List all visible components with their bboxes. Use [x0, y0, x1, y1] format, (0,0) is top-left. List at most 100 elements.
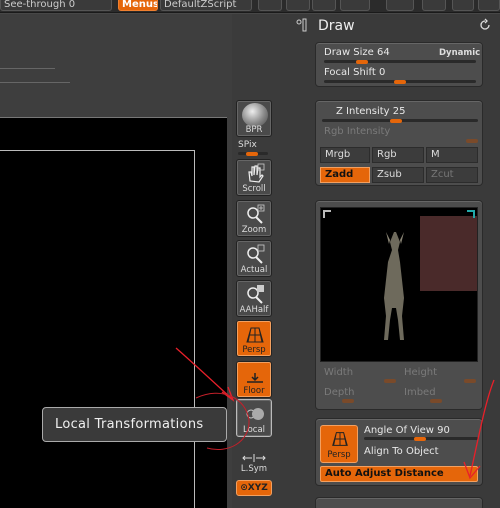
layout-alt-icon[interactable] [312, 0, 336, 11]
local-transform-icon [246, 408, 264, 420]
draw-preview-panel: Width Height Depth Imbed [315, 200, 483, 410]
focal-shift-value: 0 [379, 67, 386, 78]
height-slider[interactable]: Height [404, 367, 437, 378]
divider [0, 68, 55, 69]
document-frame [0, 150, 195, 508]
spix-label: SPix [238, 140, 257, 150]
draw-persp-label: Persp [327, 450, 351, 460]
default-zscript-button[interactable]: DefaultZScript [160, 0, 252, 11]
z-intensity-knob[interactable] [390, 119, 402, 123]
tooltip-text: Local Transformations [55, 417, 204, 432]
magnifier-icon [247, 244, 265, 264]
dynamic-button[interactable]: Dynamic [439, 48, 480, 58]
align-to-object-button[interactable]: Align To Object [364, 446, 439, 457]
angle-of-view-knob[interactable] [414, 437, 426, 441]
zsub-button[interactable]: Zsub [372, 167, 424, 183]
draw-size-label: Draw Size [324, 47, 374, 58]
aahalf-button[interactable]: AAHalf [236, 280, 272, 317]
top-toolbar: See-through 0 Menus DefaultZScript [0, 0, 500, 13]
restore-icon[interactable] [452, 0, 474, 11]
scroll-label: Scroll [242, 184, 266, 194]
draw-palette-title[interactable]: Draw [318, 18, 355, 34]
draw-preview-window[interactable] [320, 207, 478, 362]
persp-button[interactable]: Persp [236, 320, 272, 357]
rgb-button[interactable]: Rgb [372, 147, 424, 163]
auto-adjust-distance-button[interactable]: Auto Adjust Distance [320, 466, 478, 482]
focal-shift-knob[interactable] [394, 80, 406, 84]
close-icon[interactable] [478, 0, 500, 11]
right-shelf: BPR SPix Scroll Zoom Actual AAHalf Persp… [232, 14, 280, 508]
lsym-label: L.Sym [240, 464, 268, 474]
height-knob[interactable] [464, 379, 476, 383]
magnifier-icon [247, 285, 264, 304]
xyz-button[interactable]: ⊙XYZ [236, 480, 272, 496]
preview-corner-left-icon [323, 210, 331, 218]
film-strip-icon[interactable] [258, 0, 282, 11]
bpr-label: BPR [245, 125, 263, 135]
imbed-knob[interactable] [430, 399, 442, 403]
symmetry-arrows-icon [242, 454, 266, 462]
scroll-button[interactable]: Scroll [236, 159, 272, 196]
dog-model-icon [384, 232, 404, 340]
xyz-label: ⊙XYZ [240, 483, 268, 493]
width-knob[interactable] [384, 379, 396, 383]
z-intensity-value: 25 [392, 106, 406, 117]
depth-knob[interactable] [342, 399, 354, 403]
angle-of-view-value: 90 [437, 425, 450, 436]
draw-persp-button[interactable]: Persp [320, 425, 358, 463]
zoom-button[interactable]: Zoom [236, 200, 272, 237]
toolbar-icon[interactable] [340, 0, 370, 11]
m-button[interactable]: M [426, 147, 478, 163]
angle-of-view-slider[interactable]: Angle Of View 90 [364, 425, 450, 436]
draw-size-knob[interactable] [356, 60, 368, 64]
zoom-label: Zoom [241, 225, 267, 235]
focal-shift-label: Focal Shift [324, 67, 376, 78]
intensity-panel: Z Intensity 25 Rgb Intensity Mrgb Rgb M … [315, 100, 483, 186]
magnifier-icon [247, 204, 265, 224]
download-icon[interactable] [422, 0, 446, 11]
see-through-slider[interactable]: See-through 0 [0, 0, 112, 11]
actual-button[interactable]: Actual [236, 240, 272, 277]
menus-label: Menus [122, 0, 158, 10]
see-through-label: See-through 0 [4, 0, 76, 10]
zadd-button[interactable]: Zadd [320, 167, 370, 183]
divider [0, 82, 70, 83]
draw-size-panel: Draw Size 64 Dynamic Focal Shift 0 [315, 42, 483, 87]
width-slider[interactable]: Width [324, 367, 353, 378]
hand-icon [248, 163, 265, 183]
floor-arrow-icon [247, 373, 263, 383]
floor-button[interactable]: Floor [236, 361, 272, 398]
rgb-intensity-slider[interactable]: Rgb Intensity [324, 126, 390, 137]
local-label: Local [242, 425, 266, 435]
next-panel [315, 497, 483, 508]
bpr-button[interactable]: BPR [236, 100, 272, 137]
perspective-grid-icon [246, 327, 264, 343]
mrgb-button[interactable]: Mrgb [320, 147, 370, 163]
spix-slider-knob[interactable] [246, 152, 258, 156]
local-button[interactable]: Local [236, 399, 272, 437]
z-intensity-slider[interactable]: Z Intensity 25 [336, 106, 405, 117]
reset-icon[interactable] [478, 18, 492, 32]
layout-icon[interactable] [286, 0, 310, 11]
draw-size-slider[interactable]: Draw Size 64 [324, 47, 390, 58]
dock-icon [296, 18, 307, 32]
draw-size-track[interactable] [324, 60, 476, 63]
rgb-intensity-knob[interactable] [466, 139, 478, 143]
menus-button[interactable]: Menus [118, 0, 158, 11]
bpr-sphere-icon [242, 103, 268, 127]
floor-label: Floor [243, 386, 265, 396]
angle-of-view-label: Angle Of View [364, 425, 434, 436]
lock-icon[interactable] [386, 0, 414, 11]
zcut-button[interactable]: Zcut [426, 167, 478, 183]
default-zscript-label: DefaultZScript [164, 0, 237, 10]
preview-corner-right-icon [467, 210, 475, 218]
z-intensity-label: Z Intensity [336, 106, 390, 117]
palette-handle[interactable] [296, 18, 310, 32]
perspective-grid-icon [332, 432, 348, 446]
persp-label: Persp [242, 345, 266, 355]
actual-label: Actual [240, 265, 268, 275]
imbed-slider[interactable]: Imbed [404, 387, 436, 398]
focal-shift-slider[interactable]: Focal Shift 0 [324, 67, 385, 78]
depth-slider[interactable]: Depth [324, 387, 354, 398]
perspective-panel: Persp Angle Of View 90 Align To Object A… [315, 418, 483, 486]
